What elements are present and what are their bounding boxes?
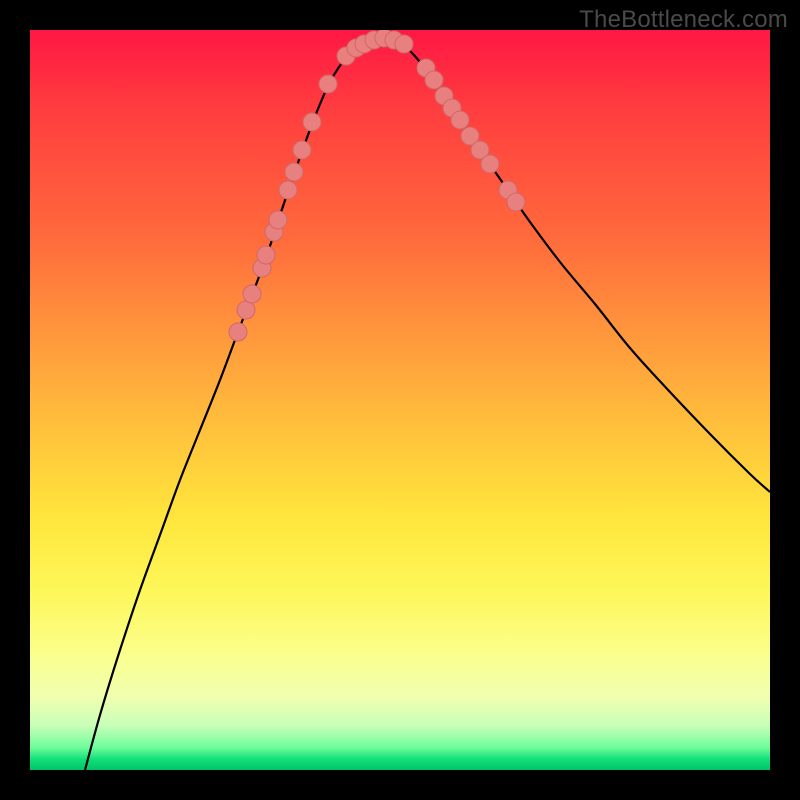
- bottleneck-curve: [85, 38, 770, 770]
- data-dot: [395, 35, 413, 53]
- data-dot: [279, 181, 297, 199]
- data-dots: [229, 30, 525, 341]
- data-dot: [269, 211, 287, 229]
- plot-area: [30, 30, 770, 770]
- data-dot: [243, 285, 261, 303]
- data-dot: [507, 193, 525, 211]
- data-dot: [451, 111, 469, 129]
- data-dot: [293, 141, 311, 159]
- data-dot: [303, 113, 321, 131]
- data-dot: [229, 323, 247, 341]
- data-dot: [425, 71, 443, 89]
- data-dot: [285, 163, 303, 181]
- data-dot: [481, 155, 499, 173]
- chart-svg: [30, 30, 770, 770]
- chart-frame: TheBottleneck.com: [0, 0, 800, 800]
- data-dot: [257, 246, 275, 264]
- data-dot: [319, 75, 337, 93]
- data-dot: [237, 301, 255, 319]
